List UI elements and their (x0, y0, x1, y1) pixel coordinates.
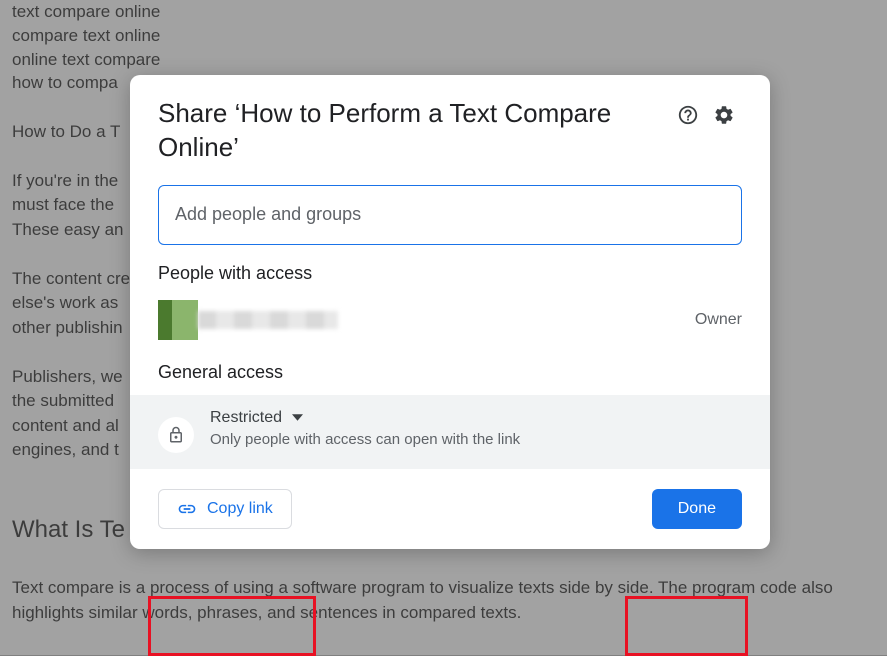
lock-icon (158, 417, 194, 453)
doc-keyword-line: compare text online (12, 24, 875, 48)
chevron-down-icon (292, 412, 303, 423)
gear-icon[interactable] (706, 97, 742, 133)
restricted-subtext: Only people with access can open with th… (210, 431, 742, 448)
general-access-row: Restricted Only people with access can o… (130, 395, 770, 469)
share-dialog: Share ‘How to Perform a Text Compare Onl… (130, 75, 770, 549)
people-with-access-label: People with access (130, 263, 770, 296)
restricted-dropdown[interactable]: Restricted (210, 409, 742, 427)
add-people-input[interactable] (158, 185, 742, 245)
owner-role-text: Owner (695, 311, 742, 329)
avatar (158, 300, 198, 340)
owner-row: Owner (130, 296, 770, 362)
general-access-label: General access (130, 362, 770, 395)
done-button[interactable]: Done (652, 489, 742, 529)
copy-link-label: Copy link (207, 500, 273, 518)
doc-keyword-line: online text compare (12, 48, 875, 72)
restricted-label: Restricted (210, 409, 282, 427)
doc-paragraph: Text compare is a process of using a sof… (12, 576, 875, 625)
doc-keyword-line: text compare online (12, 0, 875, 24)
help-icon[interactable] (670, 97, 706, 133)
copy-link-button[interactable]: Copy link (158, 489, 292, 529)
link-icon (177, 499, 197, 519)
dialog-title: Share ‘How to Perform a Text Compare Onl… (158, 97, 670, 165)
